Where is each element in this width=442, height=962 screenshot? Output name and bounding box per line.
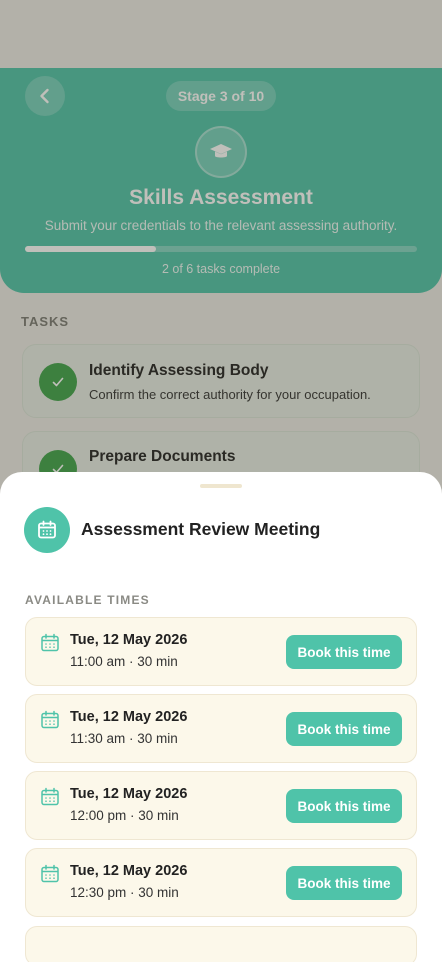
book-time-button[interactable]: Book this time xyxy=(286,635,402,669)
slot-time: 11:00 am · 30 min xyxy=(70,654,178,669)
meeting-icon-circle xyxy=(24,507,70,553)
app-screen: Stage 3 of 10 Skills Assessment Submit y… xyxy=(0,0,442,962)
slot-time: 11:30 am · 30 min xyxy=(70,731,178,746)
available-times-label: AVAILABLE TIMES xyxy=(25,593,150,607)
time-slot-card xyxy=(25,926,417,962)
slot-time: 12:30 pm · 30 min xyxy=(70,885,179,900)
slot-date: Tue, 12 May 2026 xyxy=(70,863,188,879)
book-time-button[interactable]: Book this time xyxy=(286,712,402,746)
time-slot-card: Tue, 12 May 2026 11:00 am · 30 min Book th… xyxy=(25,617,417,686)
calendar-icon xyxy=(41,787,59,806)
calendar-icon xyxy=(38,520,56,539)
time-slot-card: Tue, 12 May 2026 11:30 am · 30 min Book th… xyxy=(25,694,417,763)
calendar-icon xyxy=(41,864,59,883)
time-slot-card: Tue, 12 May 2026 12:00 pm · 30 min Book th… xyxy=(25,771,417,840)
meeting-title: Assessment Review Meeting xyxy=(81,519,321,539)
calendar-icon xyxy=(41,633,59,652)
slot-date: Tue, 12 May 2026 xyxy=(70,786,188,802)
slot-date: Tue, 12 May 2026 xyxy=(70,632,188,648)
time-slot-card: Tue, 12 May 2026 12:30 pm · 30 min Book th… xyxy=(25,848,417,917)
sheet-drag-handle[interactable] xyxy=(200,484,242,488)
book-time-button[interactable]: Book this time xyxy=(286,866,402,900)
booking-bottom-sheet: Assessment Review Meeting AVAILABLE TIME… xyxy=(0,472,442,962)
calendar-icon xyxy=(41,710,59,729)
slot-time: 12:00 pm · 30 min xyxy=(70,808,179,823)
book-time-button[interactable]: Book this time xyxy=(286,789,402,823)
slot-date: Tue, 12 May 2026 xyxy=(70,709,188,725)
